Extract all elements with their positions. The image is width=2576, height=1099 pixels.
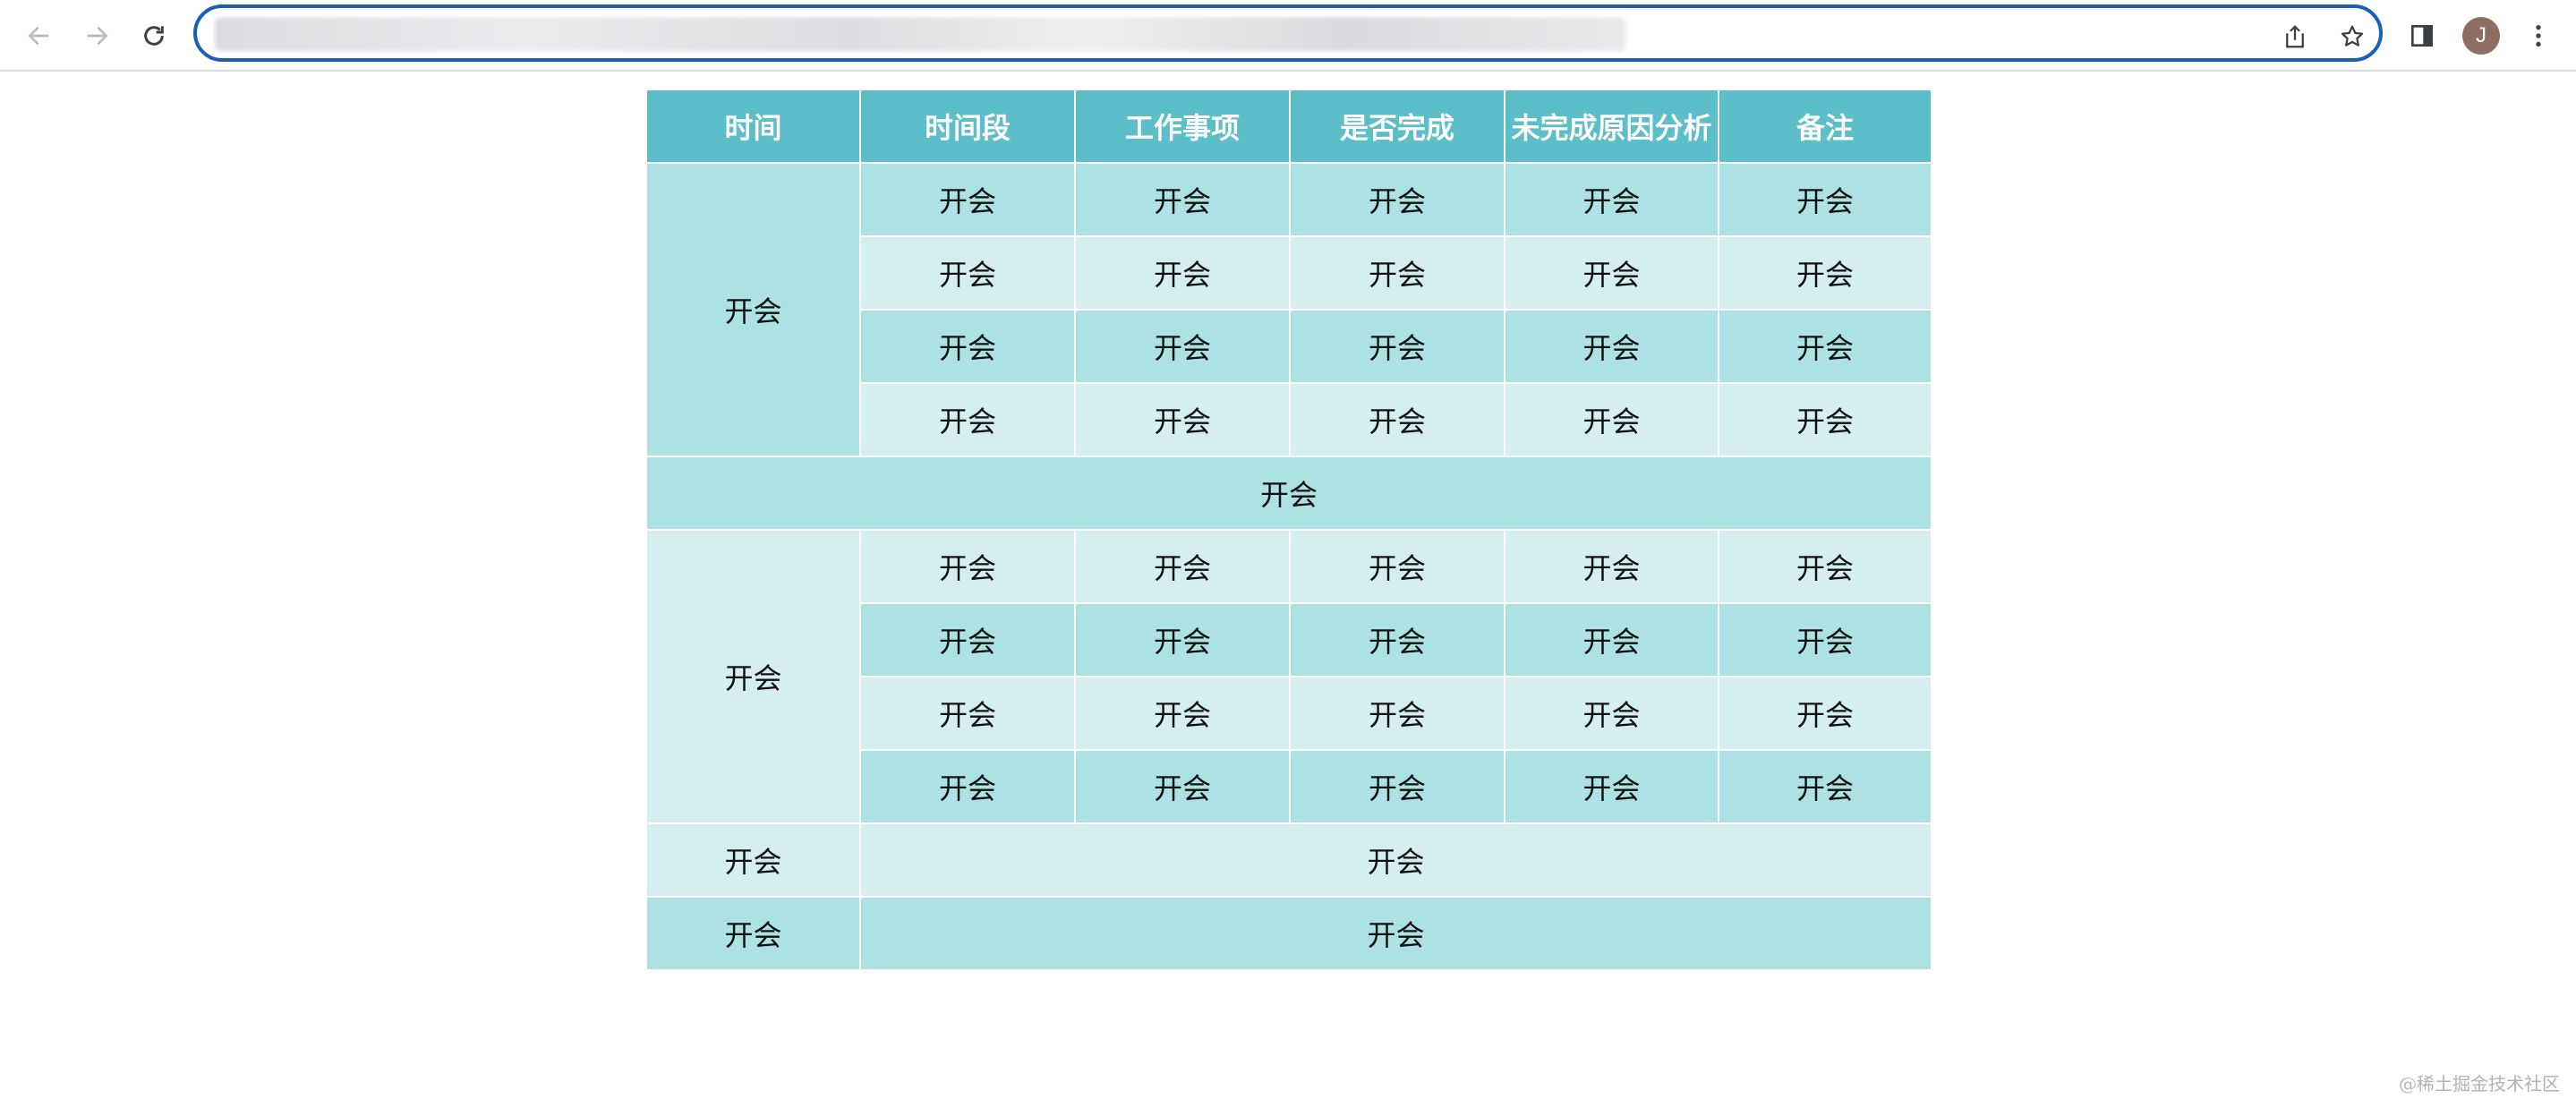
table-cell: 开会	[1289, 382, 1506, 457]
table-cell: 开会	[1504, 382, 1719, 457]
table-cell: 开会	[859, 529, 1076, 604]
table-cell: 开会	[1504, 235, 1719, 311]
group-label-cell: 开会	[645, 162, 861, 457]
table-cell: 开会	[1504, 162, 1719, 237]
address-bar[interactable]	[193, 4, 2383, 62]
table-cell: 开会	[1289, 529, 1506, 604]
bookmark-star-button[interactable]	[2333, 17, 2372, 56]
forward-button[interactable]	[73, 13, 120, 59]
reload-icon	[144, 26, 164, 46]
header-remarks: 备注	[1718, 89, 1932, 164]
summary-row: 开会 开会	[645, 896, 1932, 971]
share-button[interactable]	[2275, 17, 2315, 56]
table-cell: 开会	[1504, 749, 1719, 824]
browser-menu-button[interactable]	[2515, 13, 2562, 59]
profile-button[interactable]: J	[2458, 13, 2504, 59]
table-cell: 开会	[1504, 602, 1719, 677]
table-cell: 开会	[1074, 309, 1291, 384]
table-cell: 开会	[1504, 529, 1719, 604]
header-work-item: 工作事项	[1074, 89, 1291, 164]
table-cell: 开会	[1718, 382, 1932, 457]
table-cell: 开会	[1289, 749, 1506, 824]
header-reason-analysis: 未完成原因分析	[1504, 89, 1719, 164]
full-width-row: 开会	[645, 456, 1932, 531]
table-cell: 开会	[1718, 529, 1932, 604]
table-cell: 开会	[1074, 235, 1291, 311]
watermark: @稀土掘金技术社区	[2399, 1073, 2560, 1095]
table-cell: 开会	[1718, 749, 1932, 824]
header-time: 时间	[645, 89, 861, 164]
header-row: 时间 时间段 工作事项 是否完成 未完成原因分析 备注	[645, 89, 1932, 164]
table-cell: 开会	[859, 382, 1076, 457]
table-row: 开会 开会 开会 开会 开会 开会	[645, 162, 1932, 457]
reload-button[interactable]	[131, 13, 177, 59]
table-cell: 开会	[1289, 676, 1506, 751]
table-cell: 开会	[1504, 676, 1719, 751]
table-cell: 开会	[1074, 602, 1291, 677]
table-cell: 开会	[1289, 602, 1506, 677]
summary-value-cell: 开会	[859, 822, 1932, 898]
summary-value-cell: 开会	[859, 896, 1932, 971]
table-cell: 开会	[1718, 602, 1932, 677]
table-cell: 开会	[859, 602, 1076, 677]
back-button[interactable]	[16, 13, 63, 59]
header-time-slot: 时间段	[859, 89, 1076, 164]
table-cell: 开会	[1074, 676, 1291, 751]
summary-row: 开会 开会	[645, 822, 1932, 898]
table-cell: 开会	[1504, 309, 1719, 384]
table-cell: 开会	[1718, 309, 1932, 384]
full-width-cell: 开会	[645, 456, 1932, 531]
share-icon	[2286, 25, 2304, 48]
schedule-table: 时间 时间段 工作事项 是否完成 未完成原因分析 备注 开会 开会 开会 开会 …	[645, 89, 1932, 971]
browser-toolbar: J	[0, 0, 2576, 72]
summary-label-cell: 开会	[645, 822, 861, 898]
table-cell: 开会	[1289, 235, 1506, 311]
table-cell: 开会	[859, 235, 1076, 311]
side-panel-button[interactable]	[2399, 13, 2445, 59]
avatar: J	[2462, 17, 2500, 55]
kebab-menu-icon	[2536, 25, 2541, 47]
arrow-left-icon	[28, 26, 49, 46]
table-cell: 开会	[859, 309, 1076, 384]
table-row: 开会 开会 开会 开会 开会 开会	[645, 529, 1932, 824]
summary-label-cell: 开会	[645, 896, 861, 971]
table-cell: 开会	[859, 749, 1076, 824]
group-label-cell: 开会	[645, 529, 861, 824]
url-text-blurred	[215, 17, 1625, 51]
table-cell: 开会	[1074, 749, 1291, 824]
table-cell: 开会	[859, 676, 1076, 751]
table-cell: 开会	[1718, 162, 1932, 237]
table-cell: 开会	[1289, 309, 1506, 384]
header-completed: 是否完成	[1289, 89, 1506, 164]
table-cell: 开会	[859, 162, 1076, 237]
star-icon	[2341, 25, 2364, 47]
side-panel-icon	[2411, 25, 2433, 47]
table-cell: 开会	[1074, 529, 1291, 604]
table-cell: 开会	[1718, 235, 1932, 311]
table-cell: 开会	[1289, 162, 1506, 237]
arrow-right-icon	[87, 26, 108, 46]
table-cell: 开会	[1074, 382, 1291, 457]
table-cell: 开会	[1718, 676, 1932, 751]
table-cell: 开会	[1074, 162, 1291, 237]
